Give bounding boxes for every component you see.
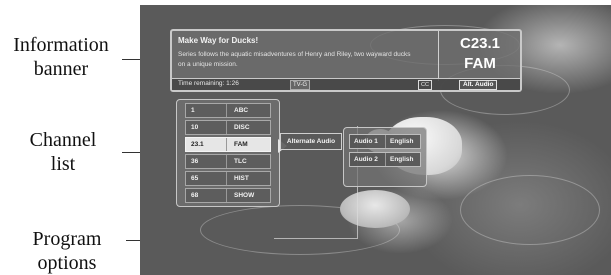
annotation-line-2: banner [33,58,89,80]
divider [226,172,227,185]
audio-track-option[interactable]: Audio 2 English [349,152,421,167]
channel-item-selected[interactable]: 23.1 FAM [185,137,287,153]
audio-track-label: Audio 2 [354,156,378,163]
channel-number: C23.1 [459,35,501,52]
cc-icon: CC [418,80,432,90]
channel-item-number: 23.1 [191,141,204,148]
channel-item[interactable]: 65 HIST [185,171,271,186]
annotation-information-banner: Information banner [2,33,120,81]
time-remaining: Time remaining: 1:26 [178,80,239,87]
annotation-line-1: Channel [29,129,97,151]
audio-track-language: English [390,156,414,163]
divider [226,189,227,202]
channel-item[interactable]: 68 SHOW [185,188,271,203]
channel-item[interactable]: 1 ABC [185,103,271,118]
divider [385,135,386,148]
water-ripple [460,175,600,245]
channel-list: 1 ABC 10 DISC 23.1 FAM 36 TLC 65 HIST 68… [176,99,287,207]
divider [226,138,227,151]
annotation-line-1: Program [32,228,102,250]
channel-info-box: C23.1 FAM [438,31,520,81]
program-description: Series follows the aquatic misadventures… [178,51,411,68]
channel-item-callsign: SHOW [234,192,255,199]
annotation-line-2: list [50,153,76,175]
divider [226,104,227,117]
alternate-audio-button[interactable]: Alternate Audio [280,133,342,150]
divider [385,153,386,166]
channel-item-callsign: TLC [234,158,247,165]
divider [226,121,227,134]
channel-item-number: 1 [191,107,195,114]
banner-status-bar: Time remaining: 1:26 TV-G CC Alt. Audio [172,78,520,90]
annotation-line-1: Information [13,34,109,56]
divider [226,155,227,168]
information-banner: Make Way for Ducks! Series follows the a… [170,29,522,92]
program-title: Make Way for Ducks! [178,36,259,45]
alt-audio-badge: Alt. Audio [459,80,498,90]
channel-item-number: 36 [191,158,199,165]
channel-item-callsign: ABC [234,107,249,114]
audio-track-label: Audio 1 [354,138,378,145]
channel-item-number: 68 [191,192,199,199]
rating-badge: TV-G [290,80,311,90]
channel-item-number: 65 [191,175,199,182]
audio-track-option[interactable]: Audio 1 English [349,134,421,149]
annotation-line-2: options [37,252,97,274]
annotation-channel-list: Channel list [8,128,118,176]
network-name: FAM [464,55,496,72]
channel-item[interactable]: 10 DISC [185,120,271,135]
audio-track-language: English [390,138,414,145]
channel-item-callsign: DISC [234,124,250,131]
channel-item[interactable]: 36 TLC [185,154,271,169]
audio-track-panel: Audio 1 English Audio 2 English [343,127,427,187]
channel-item-callsign: HIST [234,175,249,182]
annotation-program-options: Program options [4,227,130,275]
channel-item-number: 10 [191,124,199,131]
channel-item-callsign: FAM [234,141,248,148]
